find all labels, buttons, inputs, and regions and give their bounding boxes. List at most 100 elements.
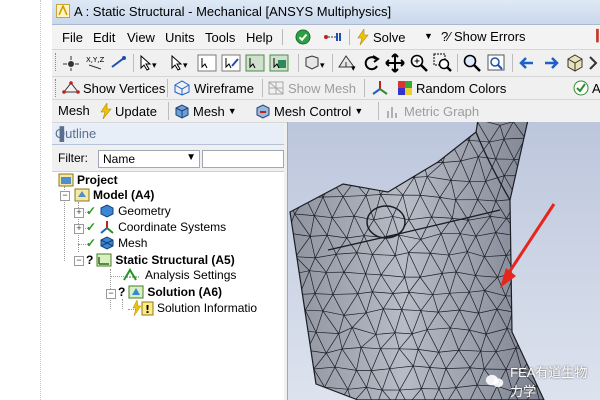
mesh-edge: [526, 332, 538, 349]
mesh-edge: [344, 159, 355, 182]
point-icon[interactable]: [110, 55, 128, 71]
random-colors-button[interactable]: Random Colors: [397, 80, 506, 96]
xyz-icon[interactable]: X,Y,Z: [85, 55, 105, 71]
mesh-cube-icon: [175, 104, 189, 119]
menu-view[interactable]: View: [127, 30, 155, 45]
mesh-model-view[interactable]: [288, 122, 600, 400]
filter-search-input[interactable]: [202, 150, 284, 168]
zoom-to-fit-icon[interactable]: [462, 53, 482, 73]
show-mesh-icon: [268, 81, 284, 95]
svg-text:▾: ▾: [183, 60, 188, 70]
mesh-edge: [334, 124, 343, 140]
mesh-edge: [551, 177, 566, 201]
box-zoom-icon[interactable]: [433, 53, 453, 73]
rotate-icon[interactable]: [361, 53, 381, 73]
show-mesh-button[interactable]: Show Mesh: [267, 80, 356, 96]
select-body-icon[interactable]: [269, 54, 289, 72]
mesh-edge: [527, 219, 533, 236]
mesh-edge: [402, 122, 409, 145]
tree-collapse-model[interactable]: −: [60, 191, 70, 201]
metric-graph-button[interactable]: Metric Graph: [385, 103, 479, 119]
mesh-menu-button[interactable]: Mesh ▼: [174, 103, 237, 119]
tree-item-project[interactable]: Project: [58, 172, 118, 188]
fit-icon[interactable]: [588, 53, 600, 73]
hide-show-icon[interactable]: ▾: [336, 53, 358, 73]
mesh-edge: [313, 144, 326, 163]
filter-type-select[interactable]: Name ▼: [98, 150, 200, 168]
tree-item-coordinate-systems[interactable]: ✓ Coordinate Systems: [86, 220, 226, 234]
vertex-select-icon[interactable]: [62, 55, 80, 71]
tree-item-analysis-settings[interactable]: Analysis Settings: [122, 268, 236, 282]
tree-item-mesh[interactable]: ✓ Mesh: [86, 236, 147, 250]
mesh-edge: [528, 251, 544, 254]
mesh-edge: [334, 138, 345, 160]
menu-help[interactable]: Help: [246, 30, 273, 45]
select-vertex-icon[interactable]: [197, 54, 217, 72]
mesh-edge: [534, 308, 544, 310]
tree-item-geometry[interactable]: ✓ Geometry: [86, 204, 171, 218]
isometric-view-icon[interactable]: [565, 53, 585, 73]
select-edge-icon[interactable]: [221, 54, 241, 72]
overflow-icon[interactable]: ❙: [592, 27, 600, 43]
tree-item-solution-information[interactable]: ! Solution Informatio: [132, 300, 257, 316]
question-icon: ?: [118, 285, 126, 299]
mesh-edge: [290, 122, 299, 140]
magnifier-window-icon[interactable]: [486, 53, 508, 73]
wireframe-button[interactable]: Wireframe: [173, 80, 254, 96]
select-face-icon[interactable]: [245, 54, 265, 72]
menu-file[interactable]: File: [62, 30, 83, 45]
tree-item-model[interactable]: Model (A4): [74, 187, 154, 203]
solve-dropdown-chevron-icon[interactable]: ▼: [424, 31, 433, 41]
mesh-edge: [290, 158, 295, 179]
menu-tools[interactable]: Tools: [205, 30, 235, 45]
show-vertices-button[interactable]: Show Vertices: [62, 80, 165, 96]
mesh-edge: [545, 181, 551, 200]
mesh-menu-chevron-icon: ▼: [227, 106, 237, 116]
pan-icon[interactable]: [385, 53, 405, 73]
mesh-edge: [381, 123, 392, 141]
mesh-edge: [522, 175, 544, 182]
previous-view-icon[interactable]: [517, 53, 537, 73]
next-view-icon[interactable]: [541, 53, 561, 73]
solve-button[interactable]: Solve: [356, 29, 406, 45]
mesh-edge: [325, 122, 343, 125]
mesh-edge: [325, 138, 336, 163]
tree-collapse-solution[interactable]: −: [106, 289, 116, 299]
mesh-edge: [553, 122, 564, 142]
zoom-icon[interactable]: [409, 53, 429, 73]
svg-text:▾: ▾: [152, 60, 157, 70]
mesh-edge: [335, 138, 355, 141]
connect-icon[interactable]: [323, 30, 343, 44]
tree-collapse-static-structural[interactable]: −: [74, 256, 84, 266]
annotation-button[interactable]: A: [573, 80, 600, 96]
tree-item-static-structural[interactable]: ? Static Structural (A5): [86, 252, 235, 268]
menu-units[interactable]: Units: [165, 30, 195, 45]
tree-item-solution[interactable]: ? Solution (A6): [118, 284, 222, 300]
extend-selection-icon[interactable]: ▾: [302, 54, 328, 72]
mesh-edge: [555, 309, 561, 330]
mesh-edge: [552, 219, 565, 237]
mesh-edge: [306, 159, 318, 179]
check-mesh-icon[interactable]: [295, 29, 311, 45]
mesh-edge: [527, 252, 535, 272]
pin-icon[interactable]: ▐: [55, 126, 279, 141]
graphics-viewport[interactable]: [287, 122, 600, 400]
mesh-icon: [100, 236, 114, 250]
select-mode-icon[interactable]: ▾: [138, 54, 162, 72]
menu-edit[interactable]: Edit: [93, 30, 115, 45]
triad-icon[interactable]: [370, 80, 390, 96]
mesh-edge: [400, 143, 409, 163]
tree-expand-geometry[interactable]: +: [74, 208, 84, 218]
mesh-edge: [384, 139, 392, 158]
show-vertices-icon: [62, 81, 80, 94]
mechanical-window: A : Static Structural - Mechanical [ANSY…: [52, 0, 600, 400]
mesh-control-button[interactable]: Mesh Control ▼: [255, 103, 363, 119]
mesh-edge: [543, 252, 544, 276]
window-title: A : Static Structural - Mechanical [ANSY…: [74, 4, 392, 19]
mesh-edge: [448, 122, 460, 140]
select-type-icon[interactable]: ▾: [169, 54, 193, 72]
mesh-edge: [317, 387, 325, 400]
tree-expand-coordinate-systems[interactable]: +: [74, 224, 84, 234]
update-button[interactable]: Update: [100, 103, 157, 119]
show-errors-button[interactable]: ?⁄ Show Errors: [441, 29, 526, 44]
